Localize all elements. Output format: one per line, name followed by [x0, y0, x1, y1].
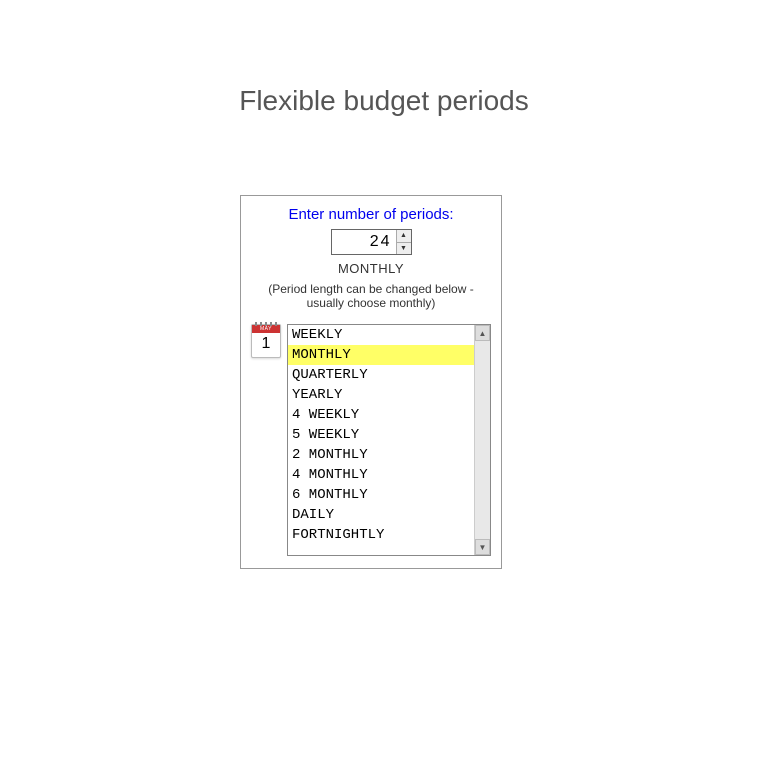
spinner-down-button[interactable]: ▼: [397, 242, 411, 255]
periods-prompt: Enter number of periods:: [241, 206, 501, 223]
list-item[interactable]: 4 MONTHLY: [288, 465, 474, 485]
scroll-track[interactable]: [475, 341, 490, 539]
periods-panel: Enter number of periods: 24 ▲ ▼ MONTHLY …: [240, 195, 502, 569]
calendar-day: 1: [252, 333, 280, 353]
calendar-month: MAY: [252, 325, 280, 333]
list-item[interactable]: 6 MONTHLY: [288, 485, 474, 505]
periods-spinner[interactable]: 24 ▲ ▼: [331, 229, 412, 255]
page-title: Flexible budget periods: [0, 85, 768, 117]
list-item[interactable]: WEEKLY: [288, 325, 474, 345]
periods-value[interactable]: 24: [332, 230, 396, 254]
calendar-icon: MAY 1: [251, 324, 281, 358]
list-item[interactable]: 4 WEEKLY: [288, 405, 474, 425]
list-item[interactable]: YEARLY: [288, 385, 474, 405]
period-listbox[interactable]: WEEKLYMONTHLYQUARTERLYYEARLY4 WEEKLY5 WE…: [287, 324, 491, 556]
selected-period-label: MONTHLY: [241, 261, 501, 276]
list-item[interactable]: 5 WEEKLY: [288, 425, 474, 445]
list-item[interactable]: 2 MONTHLY: [288, 445, 474, 465]
period-hint: (Period length can be changed below - us…: [241, 282, 501, 310]
list-item[interactable]: MONTHLY: [288, 345, 474, 365]
spinner-buttons: ▲ ▼: [396, 230, 411, 254]
list-item[interactable]: DAILY: [288, 505, 474, 525]
spinner-up-button[interactable]: ▲: [397, 230, 411, 242]
list-item[interactable]: FORTNIGHTLY: [288, 525, 474, 545]
list-item[interactable]: QUARTERLY: [288, 365, 474, 385]
scrollbar[interactable]: ▲ ▼: [474, 325, 490, 555]
scroll-down-button[interactable]: ▼: [475, 539, 490, 555]
scroll-up-button[interactable]: ▲: [475, 325, 490, 341]
